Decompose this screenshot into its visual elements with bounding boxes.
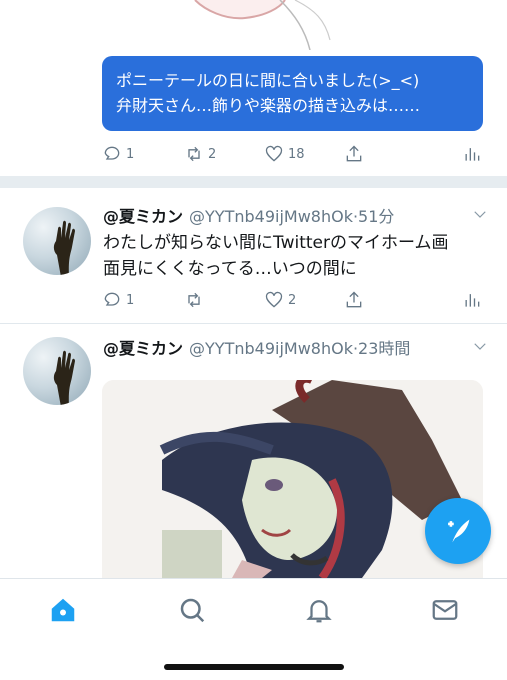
share-button[interactable] [344, 144, 364, 164]
analytics-button[interactable] [462, 290, 482, 310]
banner-line-2: 弁財天さん…飾りや楽器の描き込みは…… [116, 96, 421, 115]
share-icon [346, 291, 362, 308]
more-options-button[interactable] [471, 337, 489, 355]
banner-line-1: ポニーテールの日に間に合いました(>_<) [116, 71, 420, 90]
handle-and-time: @YYTnb49ijMw8hOk·51分 [189, 207, 395, 226]
avatar[interactable] [23, 207, 91, 275]
reply-icon [104, 146, 120, 160]
chevron-down-icon [474, 343, 486, 350]
messages-icon [432, 600, 458, 620]
retweet-icon [188, 292, 200, 308]
compose-tweet-button[interactable] [425, 498, 491, 564]
tweet-text: わたしが知らない間にTwitterのマイホーム画 面見にくくなってる…いつの間に [103, 230, 493, 282]
reply-count: 1 [126, 146, 135, 162]
tweet-image[interactable] [102, 380, 483, 578]
tweet-header: @夏ミカン @YYTnb49ijMw8hOk·23時間 [103, 335, 493, 359]
search-icon [180, 598, 205, 623]
tweet-actions: 1 2 [102, 288, 482, 312]
like-count: 18 [288, 146, 305, 162]
previous-tweet-image-fragment [185, 0, 345, 51]
avatar[interactable] [23, 337, 91, 405]
reply-icon [104, 292, 120, 306]
chevron-down-icon [474, 211, 486, 218]
tab-home[interactable] [48, 595, 78, 625]
share-icon [346, 145, 362, 162]
tweet-actions: 1 2 18 [102, 142, 482, 166]
like-button[interactable]: 18 [264, 144, 305, 164]
retweet-button[interactable] [184, 290, 208, 310]
tab-notifications[interactable] [304, 595, 334, 625]
tweet-highlight-banner[interactable]: ポニーテールの日に間に合いました(>_<) 弁財天さん…飾りや楽器の描き込みは…… [102, 56, 483, 131]
display-name[interactable]: @夏ミカン [103, 203, 183, 227]
tab-messages[interactable] [430, 595, 460, 625]
retweet-count: 2 [208, 146, 217, 162]
compose-tweet-icon [448, 519, 470, 543]
section-divider [0, 176, 507, 188]
like-button[interactable]: 2 [264, 290, 296, 310]
display-name[interactable]: @夏ミカン [103, 335, 183, 359]
tab-search[interactable] [177, 595, 207, 625]
reply-button[interactable]: 1 [102, 144, 134, 164]
tweet-divider [0, 323, 507, 324]
reply-button[interactable]: 1 [102, 290, 134, 310]
home-icon [51, 598, 75, 622]
notifications-icon [306, 600, 332, 623]
tweet-text-line-2: 面見にくくなってる…いつの間に [103, 259, 357, 279]
handle-and-time: @YYTnb49ijMw8hOk·23時間 [189, 339, 411, 358]
heart-icon [265, 145, 283, 162]
retweet-button[interactable]: 2 [184, 144, 216, 164]
home-indicator [164, 664, 344, 670]
anime-illustration [102, 380, 483, 578]
analytics-icon [465, 294, 480, 307]
tweet-header: @夏ミカン @YYTnb49ijMw8hOk·51分 [103, 203, 493, 227]
share-button[interactable] [344, 290, 364, 310]
retweet-icon [188, 146, 200, 162]
more-options-button[interactable] [471, 205, 489, 223]
like-count: 2 [288, 292, 297, 308]
tweet-text-line-1: わたしが知らない間にTwitterのマイホーム画 [103, 233, 449, 253]
reply-count: 1 [126, 292, 135, 308]
analytics-icon [465, 148, 480, 161]
heart-icon [265, 291, 283, 308]
analytics-button[interactable] [462, 144, 482, 164]
